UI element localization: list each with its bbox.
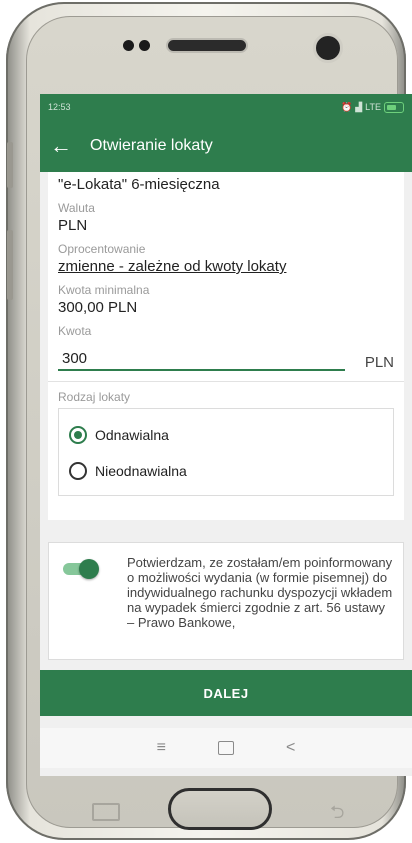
radio-label: Odnawialna (95, 427, 169, 443)
amount-row: 300 PLN (58, 346, 394, 371)
radio-option-renewable[interactable]: Odnawialna (69, 417, 383, 453)
volume-down-button (7, 230, 13, 300)
sensor-dot (123, 40, 134, 51)
deposit-type-group: Odnawialna Nieodnawialna (58, 408, 394, 496)
recent-apps-icon[interactable]: ≡ (157, 739, 166, 757)
radio-label: Nieodnawialna (95, 463, 187, 479)
signal-icon: ▟ (355, 101, 363, 112)
interest-label: Oprocentowanie (58, 242, 146, 256)
page-title: Otwieranie lokaty (90, 137, 213, 154)
hardware-back-key-icon: ⮌ (330, 802, 345, 822)
consent-text: Potwierdzam, ze zostałam/em poinformowan… (127, 555, 393, 630)
currency-label: Waluta (58, 201, 95, 215)
deposit-form-card: "e-Lokata" 6-miesięczna Waluta PLN Oproc… (48, 172, 404, 520)
deposit-type-label: Rodzaj lokaty (58, 390, 131, 404)
status-bar: 12:53 ⏰ ▟ LTE (40, 94, 412, 120)
divider (48, 381, 404, 382)
status-time: 12:53 (48, 102, 71, 112)
content: "e-Lokata" 6-miesięczna Waluta PLN Oproc… (40, 172, 412, 776)
back-nav-icon[interactable]: < (286, 739, 295, 757)
home-icon[interactable] (218, 741, 234, 755)
android-nav-bar: ≡ < (40, 728, 412, 768)
radio-option-nonrenewable[interactable]: Nieodnawialna (69, 453, 383, 489)
product-name: "e-Lokata" 6-miesięczna (58, 176, 220, 193)
front-camera (313, 33, 343, 63)
consent-toggle[interactable] (59, 559, 99, 579)
radio-unselected-icon[interactable] (69, 462, 87, 480)
radio-selected-icon[interactable] (69, 426, 87, 444)
consent-card: Potwierdzam, ze zostałam/em poinformowan… (48, 542, 404, 660)
min-amount-value: 300,00 PLN (58, 299, 138, 316)
back-arrow-icon[interactable]: ← (50, 133, 90, 159)
min-amount-label: Kwota minimalna (58, 283, 150, 297)
alarm-icon: ⏰ (341, 101, 353, 112)
battery-icon (384, 101, 404, 113)
hardware-home-button[interactable] (168, 788, 272, 830)
speaker-grille (166, 38, 248, 53)
sensor-dot (139, 40, 150, 51)
interest-link[interactable]: zmienne - zależne od kwoty lokaty (58, 258, 394, 275)
currency-value: PLN (58, 217, 88, 234)
status-icons: ⏰ ▟ LTE (341, 101, 404, 113)
network-type: LTE (365, 102, 381, 112)
amount-unit: PLN (364, 354, 394, 371)
screen: 12:53 ⏰ ▟ LTE ← Otwieranie lokaty "e-Lok… (40, 94, 412, 776)
volume-button (7, 142, 13, 188)
hardware-recent-key (92, 803, 120, 821)
amount-label: Kwota (58, 324, 92, 338)
app-bar: ← Otwieranie lokaty (40, 120, 412, 172)
next-button[interactable]: DALEJ (40, 670, 412, 716)
amount-input[interactable]: 300 (58, 346, 345, 371)
toggle-thumb (79, 559, 99, 579)
